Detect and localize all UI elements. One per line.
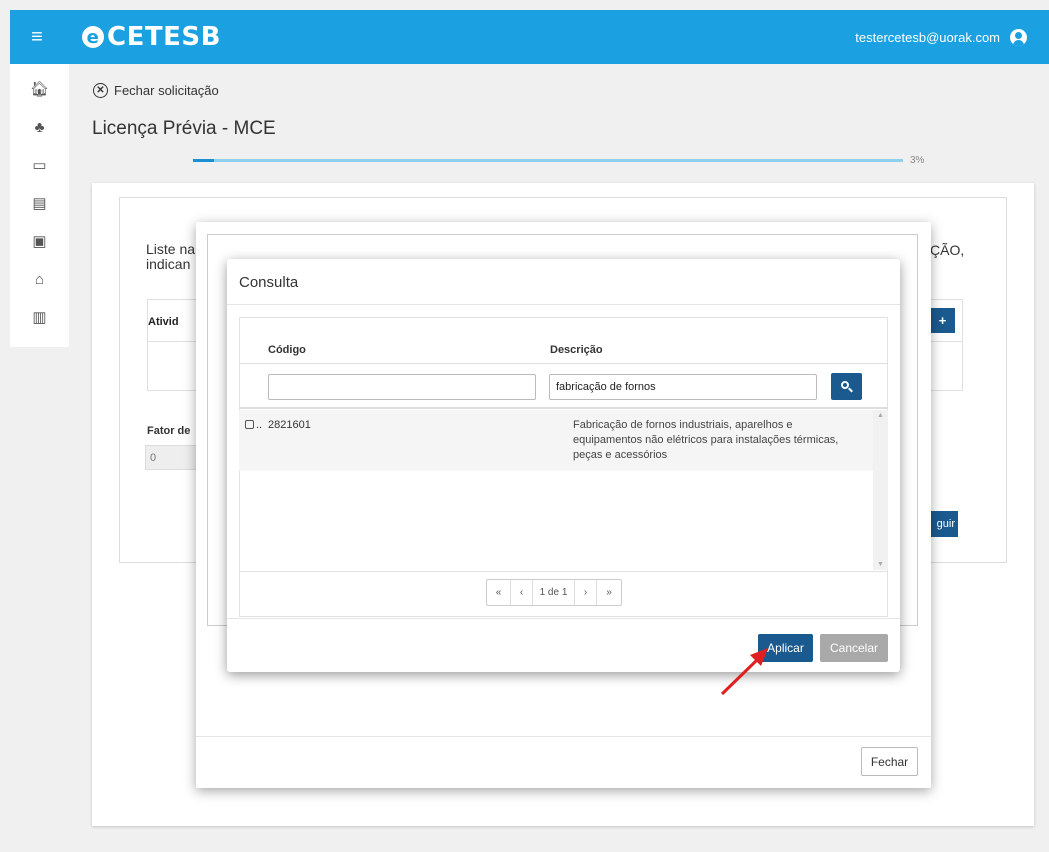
- cancel-button[interactable]: Cancelar: [820, 634, 888, 662]
- codigo-filter-input[interactable]: [268, 374, 536, 400]
- user-email: testercetesb@uorak.com: [855, 29, 1000, 45]
- sidebar-item-companies[interactable]: ▥: [10, 298, 69, 336]
- consulta-modal: Consulta Código Descrição .. 2821601 Fab…: [227, 259, 900, 672]
- progress-label: 3%: [910, 155, 925, 166]
- page-info: 1 de 1: [533, 580, 575, 605]
- sidebar-item-consult[interactable]: ▭: [10, 146, 69, 184]
- last-page-button[interactable]: »: [597, 580, 621, 605]
- hamburger-menu-icon[interactable]: ≡: [10, 10, 64, 64]
- results-scrollbar[interactable]: ▲ ▼: [873, 410, 888, 570]
- user-avatar-icon[interactable]: [1010, 28, 1027, 46]
- row-checkbox[interactable]: [245, 420, 254, 429]
- instructions-line-1: Liste na: [146, 241, 196, 257]
- pagination: « ‹ 1 de 1 › »: [486, 579, 622, 606]
- briefcase-icon: ▣: [32, 233, 47, 250]
- pager-divider: [239, 571, 888, 572]
- table-row[interactable]: .. 2821601 Fabricação de fornos industri…: [239, 410, 873, 471]
- sidebar-item-home[interactable]: 🏠︎: [10, 70, 69, 108]
- instructions-text-right: ÇÃO,: [930, 242, 965, 258]
- row-description: Fabricação de fornos industriais, aparel…: [573, 419, 839, 461]
- cetesb-logo[interactable]: e CETESB: [82, 22, 221, 52]
- laptop-search-icon: ▭: [32, 157, 47, 174]
- instructions-line-2: indican: [146, 256, 191, 272]
- tree-icon: ♣: [34, 118, 45, 136]
- sidebar-item-business[interactable]: ▣: [10, 222, 69, 260]
- header-divider: [239, 363, 888, 364]
- outer-modal-divider: [196, 736, 931, 737]
- user-menu[interactable]: testercetesb@uorak.com: [855, 10, 1027, 64]
- buildings-icon: ▥: [32, 309, 47, 326]
- close-request-link[interactable]: ✕ Fechar solicitação: [93, 83, 219, 98]
- instructions-text: Liste na indican: [146, 242, 195, 272]
- next-page-button[interactable]: ›: [575, 580, 597, 605]
- close-modal-button[interactable]: Fechar: [861, 747, 918, 776]
- prev-page-button[interactable]: ‹: [511, 580, 533, 605]
- house-icon: ⌂: [34, 270, 45, 288]
- scroll-down-icon[interactable]: ▼: [877, 561, 884, 568]
- consulta-title-divider: [227, 304, 900, 305]
- search-button[interactable]: [831, 373, 862, 400]
- results-divider: [239, 407, 888, 409]
- top-bar: ≡ e CETESB testercetesb@uorak.com: [10, 10, 1049, 64]
- fator-input[interactable]: 0: [145, 445, 200, 470]
- descricao-filter-input[interactable]: [549, 374, 817, 400]
- page-title: Licença Prévia - MCE: [92, 118, 276, 139]
- apply-button[interactable]: Aplicar: [758, 634, 813, 662]
- close-circle-icon: ✕: [93, 83, 108, 98]
- row-ellipsis: ..: [256, 419, 263, 431]
- progress-fill: [193, 159, 215, 162]
- scroll-up-icon[interactable]: ▲: [877, 412, 884, 419]
- consulta-footer-divider: [227, 618, 900, 619]
- consulta-title: Consulta: [239, 274, 299, 291]
- progress-bar: [193, 159, 903, 162]
- logo-mark: e: [82, 26, 104, 48]
- archive-icon: ▤: [32, 195, 47, 212]
- first-page-button[interactable]: «: [487, 580, 511, 605]
- sidebar: 🏠︎ ♣ ▭ ▤ ▣ ⌂ ▥: [10, 64, 69, 347]
- add-activity-button[interactable]: +: [930, 308, 955, 333]
- home-icon: 🏠︎: [29, 81, 50, 98]
- column-header-descricao: Descrição: [550, 344, 603, 356]
- sidebar-item-environment[interactable]: ♣: [10, 108, 69, 146]
- sidebar-item-property[interactable]: ⌂: [10, 260, 69, 298]
- row-code: 2821601: [268, 419, 311, 431]
- sidebar-item-archive[interactable]: ▤: [10, 184, 69, 222]
- close-request-label: Fechar solicitação: [114, 83, 219, 98]
- fator-label: Fator de: [147, 425, 191, 437]
- column-header-codigo: Código: [268, 344, 306, 356]
- logo-text: CETESB: [107, 22, 221, 52]
